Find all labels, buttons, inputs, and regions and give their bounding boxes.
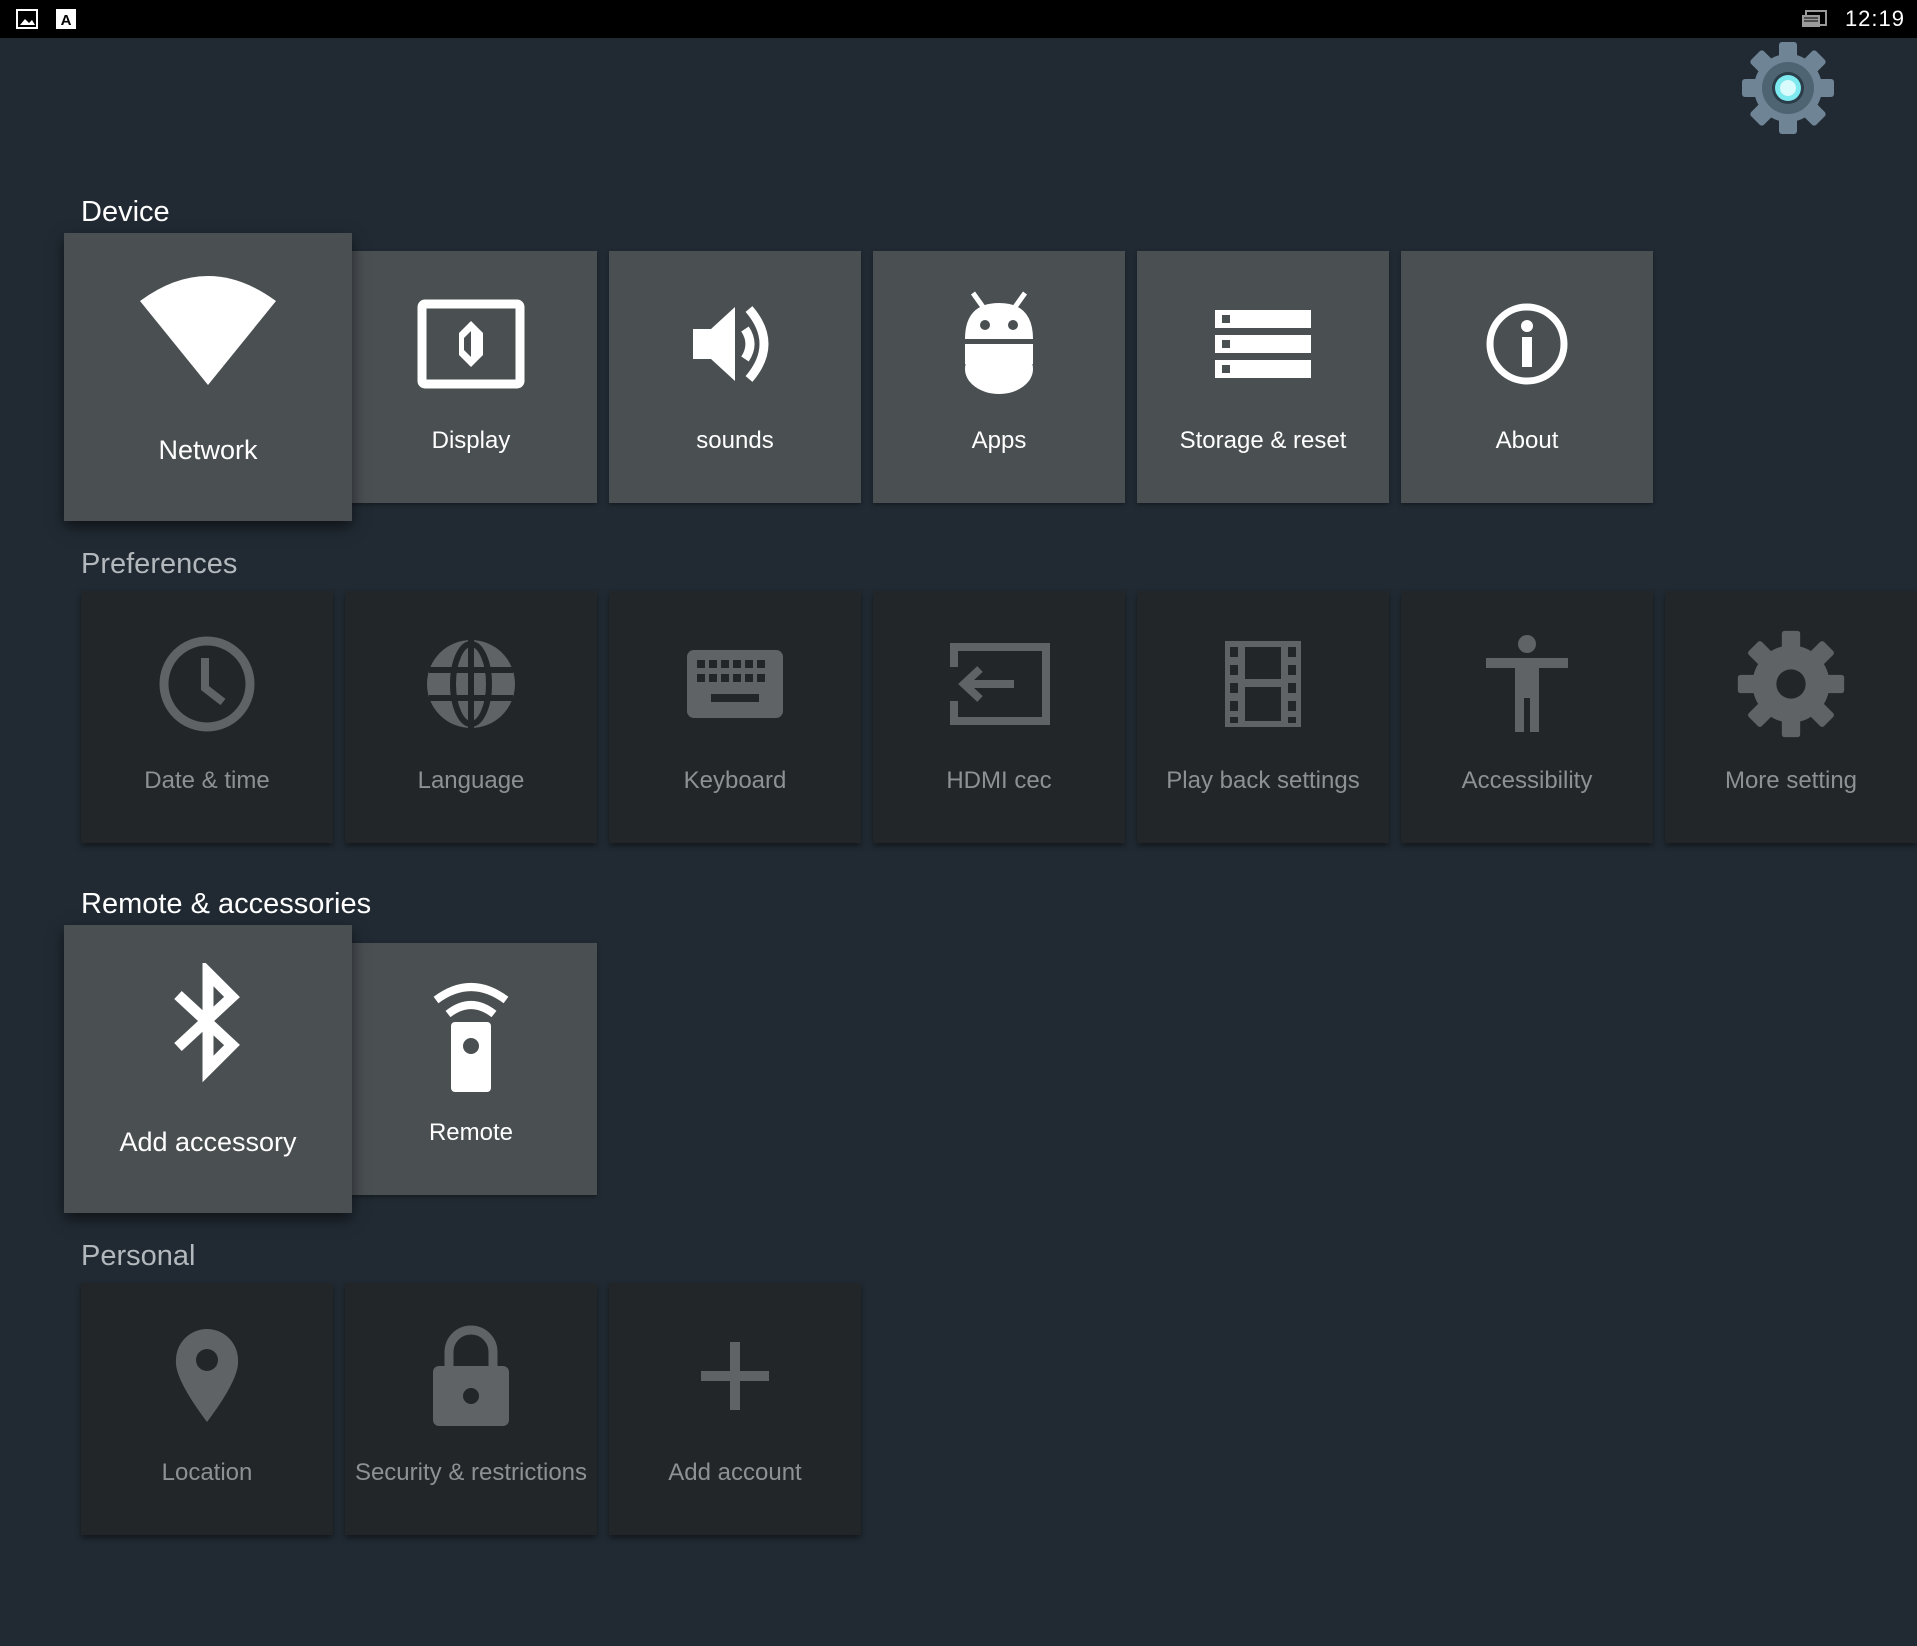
tile-label: Display [431,427,511,454]
film-icon [1208,629,1318,739]
tile-more-setting[interactable]: More setting [1665,591,1917,843]
svg-text:A: A [61,12,72,29]
clock-icon [152,629,262,739]
cast-icon [1800,8,1828,30]
keyboard-icon [680,629,790,739]
tile-label: Play back settings [1166,767,1360,794]
tile-label: Add accessory [119,1127,297,1157]
tile-play-back-settings[interactable]: Play back settings [1137,591,1389,843]
storage-icon [1208,289,1318,399]
tile-storage-reset[interactable]: Storage & reset [1137,251,1389,503]
tile-sounds[interactable]: sounds [609,251,861,503]
gear-icon [1736,629,1846,739]
android-icon [944,289,1054,399]
tile-label: Remote [428,1119,514,1146]
clock: 12:19 [1844,6,1905,31]
tile-add-account[interactable]: Add account [609,1283,861,1535]
globe-icon [416,629,526,739]
tile-label: Date & time [144,767,270,794]
tile-label: More setting [1724,767,1858,794]
tile-security-restrictions[interactable]: Security & restrictions [345,1283,597,1535]
bluetooth-icon [138,963,278,1083]
lock-icon [416,1321,526,1431]
tile-label: Keyboard [683,767,787,794]
tile-label: Location [161,1459,253,1486]
tile-language[interactable]: Language [345,591,597,843]
tile-display[interactable]: Display [345,251,597,503]
tile-add-accessory[interactable]: Add accessory [64,925,352,1213]
tile-hdmi-cec[interactable]: HDMI cec [873,591,1125,843]
section-title-device: Device [81,196,170,228]
image-icon [16,8,38,30]
a-letter-icon: A [55,8,77,30]
tile-keyboard[interactable]: Keyboard [609,591,861,843]
accessibility-icon [1472,629,1582,739]
tile-network[interactable]: Network [64,233,352,521]
section-title-personal: Personal [81,1240,196,1272]
tile-label: HDMI cec [946,767,1052,794]
tile-date-time[interactable]: Date & time [81,591,333,843]
display-icon [416,289,526,399]
location-pin-icon [152,1321,262,1431]
plus-icon [680,1321,790,1431]
tile-label: Security & restrictions [354,1459,588,1486]
tile-label: sounds [696,427,774,454]
status-bar: A 12:19 [0,0,1917,38]
tile-apps[interactable]: Apps [873,251,1125,503]
tile-accessibility[interactable]: Accessibility [1401,591,1653,843]
section-title-remote-accessories: Remote & accessories [81,888,372,920]
settings-logo-icon [1740,40,1836,136]
section-title-preferences: Preferences [81,548,238,580]
tile-location[interactable]: Location [81,1283,333,1535]
input-icon [944,629,1054,739]
volume-icon [680,289,790,399]
info-icon [1472,289,1582,399]
tile-label: About [1495,427,1559,454]
wifi-icon [138,271,278,391]
tile-label: Network [158,435,258,465]
tile-label: Apps [971,427,1027,454]
tile-label: Storage & reset [1179,427,1347,454]
tile-label: Accessibility [1461,767,1593,794]
tile-label: Add account [668,1459,802,1486]
remote-icon [416,981,526,1092]
tile-label: Language [417,767,525,794]
tile-remote[interactable]: Remote [345,943,597,1195]
tile-about[interactable]: About [1401,251,1653,503]
